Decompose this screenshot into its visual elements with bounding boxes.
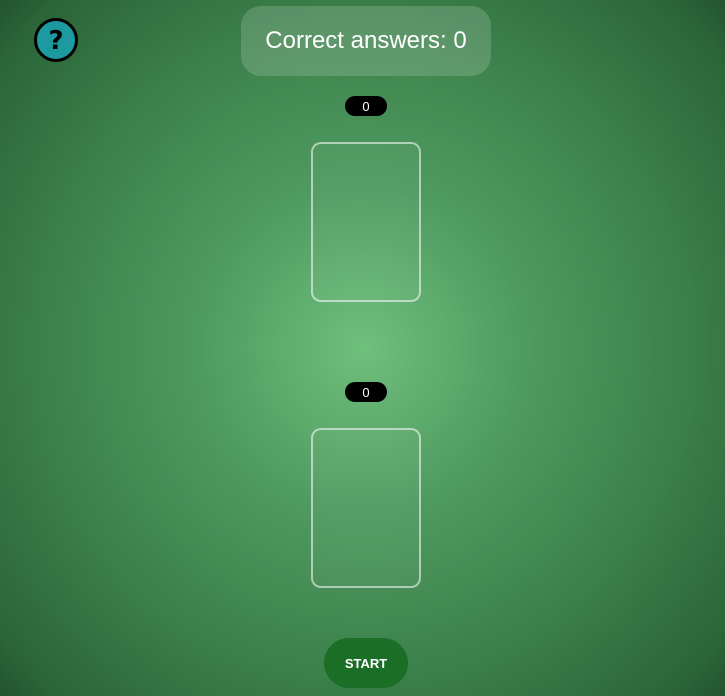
- top-card-count: 0: [362, 98, 370, 114]
- question-mark-icon: ?: [48, 25, 64, 56]
- top-card-slot[interactable]: [311, 142, 421, 302]
- help-button[interactable]: ?: [34, 18, 78, 62]
- start-button-label: START: [344, 655, 388, 671]
- top-card-count-badge: 0: [345, 96, 387, 116]
- bottom-card-count-badge: 0: [345, 382, 387, 402]
- start-button[interactable]: START: [324, 638, 408, 688]
- score-panel: Correct answers: 0: [241, 6, 491, 76]
- correct-answers-label: Correct answers: 0: [265, 27, 467, 54]
- bottom-card-slot[interactable]: [311, 428, 421, 588]
- bottom-card-count: 0: [362, 384, 370, 400]
